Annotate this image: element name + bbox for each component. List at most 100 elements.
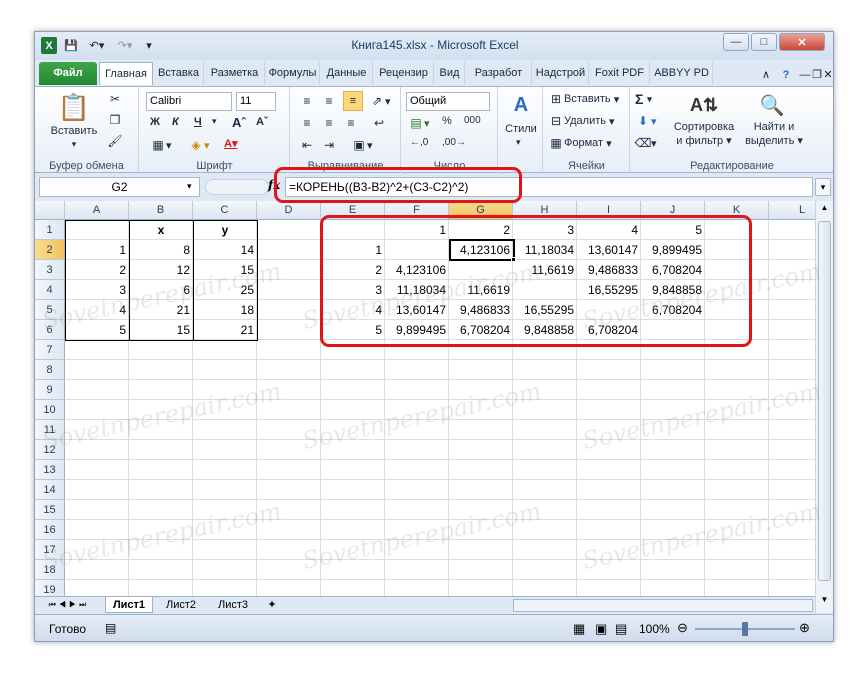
row-header[interactable]: 18 [35,560,65,580]
text-orientation-icon[interactable]: ⇗ ▾ [369,93,391,109]
tab-foxit-pdf[interactable]: Foxit PDF [590,62,650,85]
point-x-cell[interactable]: 6 [129,280,193,300]
fill-icon[interactable]: ⬇ ▾ [635,113,657,129]
wrap-text-icon[interactable]: ↩ [371,115,387,131]
scroll-thumb[interactable] [818,221,831,581]
column-header-c[interactable]: C [193,201,257,220]
tab-addins[interactable]: Надстрой [533,62,589,85]
tab-formulas[interactable]: Формулы [266,62,320,85]
sheet-tab-2[interactable]: Лист2 [157,597,205,613]
row-header[interactable]: 6 [35,320,65,340]
ribbon-collapse-icon[interactable]: ∧ [759,66,773,83]
column-header-b[interactable]: B [129,201,193,220]
sheet-tab-1[interactable]: Лист1 [105,597,153,613]
paste-button[interactable]: Вставить [41,125,107,137]
point-number-cell[interactable]: 1 [65,240,129,260]
help-icon[interactable]: ? [779,66,793,83]
cut-icon[interactable]: ✂ [107,91,123,107]
zoom-in-icon[interactable]: ⊕ [799,620,810,636]
zoom-out-icon[interactable]: ⊖ [677,620,688,636]
decrease-decimal-icon[interactable]: ,00→ [442,137,466,148]
redo-icon[interactable]: ↷▾ [113,37,137,54]
shrink-font-icon[interactable]: Aˇ [256,116,268,128]
row-header[interactable]: 12 [35,440,65,460]
align-middle-icon[interactable]: ≡ [321,93,337,109]
point-y-cell[interactable]: 14 [193,240,257,260]
paste-icon[interactable]: 📋 [57,91,91,123]
align-center-icon[interactable]: ≡ [321,115,337,131]
styles-button[interactable]: Стили [499,123,543,135]
new-sheet-icon[interactable]: ✦ [261,597,283,613]
point-number-cell[interactable]: 2 [65,260,129,280]
scroll-up-icon[interactable]: ▲ [818,203,831,217]
sort-filter-button-line2[interactable]: и фильтр ▾ [667,134,741,148]
point-number-cell[interactable]: 5 [65,320,129,340]
percent-style-button[interactable]: % [442,115,452,127]
tab-data[interactable]: Данные [321,62,373,85]
scroll-down-icon[interactable]: ▼ [818,595,831,609]
customize-qat-icon[interactable]: ▾ [141,37,157,54]
row-header[interactable]: 10 [35,400,65,420]
row-header[interactable]: 1 [35,220,65,240]
column-header-d[interactable]: D [257,201,321,220]
grow-font-icon[interactable]: Aˆ [232,115,246,130]
column-header-a[interactable]: A [65,201,129,220]
row-header[interactable]: 11 [35,420,65,440]
tab-abbyy-pdf[interactable]: ABBYY PD [651,62,713,85]
zoom-level[interactable]: 100% [639,622,670,636]
find-select-button[interactable]: Найти и [743,121,805,133]
header-x-cell[interactable]: x [129,220,193,240]
decrease-indent-icon[interactable]: ⇤ [299,137,315,153]
row-header[interactable]: 16 [35,520,65,540]
number-format-select[interactable]: Общий [406,92,490,111]
point-y-cell[interactable]: 15 [193,260,257,280]
fill-color-icon[interactable]: ◈ ▾ [188,137,209,153]
italic-button[interactable]: К [172,116,179,128]
horizontal-scrollbar[interactable] [513,599,813,612]
row-header[interactable]: 13 [35,460,65,480]
doc-minimize-icon[interactable]: — [799,66,811,83]
align-top-icon[interactable]: ≡ [299,93,315,109]
binoculars-icon[interactable]: 🔍 [757,91,787,119]
page-break-view-icon[interactable]: ▤ [615,621,627,637]
point-y-cell[interactable]: 21 [193,320,257,340]
name-box[interactable]: G2 [39,177,200,197]
doc-close-icon[interactable]: ✕ [823,66,833,83]
maximize-button[interactable]: □ [751,33,777,51]
increase-decimal-icon[interactable]: ←,0 [410,137,428,148]
vertical-scrollbar[interactable]: ▲ ▼ [815,201,833,613]
row-header[interactable]: 5 [35,300,65,320]
align-left-icon[interactable]: ≡ [299,115,315,131]
paste-dropdown-icon[interactable]: ▾ [69,139,79,150]
point-x-cell[interactable]: 8 [129,240,193,260]
point-x-cell[interactable]: 15 [129,320,193,340]
point-x-cell[interactable]: 21 [129,300,193,320]
merge-cells-icon[interactable]: ▣ ▾ [351,137,372,153]
font-name-select[interactable]: Calibri [146,92,232,111]
normal-view-icon[interactable]: ▦ [573,621,585,637]
increase-indent-icon[interactable]: ⇥ [321,137,337,153]
doc-restore-icon[interactable]: ❐ [811,66,823,83]
align-bottom-icon[interactable]: ≡ [343,91,363,111]
bold-button[interactable]: Ж [150,116,160,128]
styles-icon[interactable]: A [507,91,535,119]
row-header[interactable]: 19 [35,580,65,596]
sort-filter-icon[interactable]: A⇅ [689,91,719,119]
point-y-cell[interactable]: 25 [193,280,257,300]
styles-dropdown-icon[interactable]: ▾ [516,137,521,148]
point-number-cell[interactable]: 4 [65,300,129,320]
tab-home[interactable]: Главная [99,62,153,85]
point-x-cell[interactable]: 12 [129,260,193,280]
sheet-nav-icon[interactable]: ⏮◀▶⏭ [41,597,97,613]
tab-insert[interactable]: Вставка [154,62,204,85]
tab-view[interactable]: Вид [435,62,465,85]
underline-dropdown-icon[interactable]: ▾ [212,116,217,127]
clear-icon[interactable]: ⌫ ▾ [635,135,657,151]
copy-icon[interactable]: ❐ [107,112,123,128]
comma-style-button[interactable]: 000 [464,115,481,126]
sort-filter-button[interactable]: Сортировка [667,121,741,133]
font-size-select[interactable]: 11 [236,92,276,111]
format-painter-icon[interactable]: 🖌 [107,133,123,149]
zoom-slider-thumb[interactable] [742,622,748,636]
tab-review[interactable]: Рецензир [374,62,434,85]
